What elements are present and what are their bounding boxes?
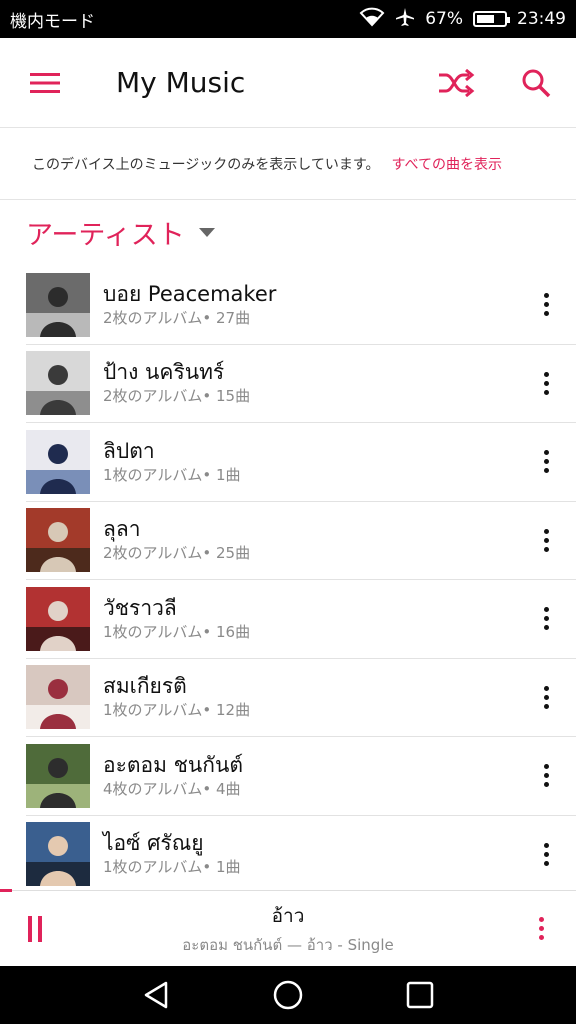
artist-row[interactable]: ลุลา 2枚のアルバム• 25曲 — [26, 501, 576, 580]
artist-meta: 1枚のアルバム• 12曲 — [103, 701, 251, 720]
dropdown-caret-icon — [198, 227, 215, 237]
search-icon — [522, 69, 551, 97]
artist-row[interactable]: อะตอม ชนกันต์ 4枚のアルバム• 4曲 — [26, 737, 576, 816]
now-playing-more-button[interactable] — [506, 891, 576, 967]
more-options-button[interactable] — [516, 423, 576, 501]
artist-row[interactable]: ป้าง นครินทร์ 2枚のアルバム• 15曲 — [26, 344, 576, 423]
search-button[interactable] — [496, 38, 576, 128]
artist-name: ป้าง นครินทร์ — [103, 360, 225, 385]
artist-list: บอย Peacemaker 2枚のアルバム• 27曲 ป้าง นครินทร์ 2… — [26, 266, 576, 894]
airplane-mode-label: 機内モード — [10, 11, 95, 32]
artist-meta: 1枚のアルバム• 16曲 — [103, 622, 251, 641]
home-circle-icon — [273, 980, 303, 1010]
artist-thumbnail — [26, 822, 90, 887]
back-button[interactable] — [126, 966, 186, 1024]
menu-button[interactable] — [0, 38, 90, 128]
artist-meta: 2枚のアルバム• 25曲 — [103, 544, 251, 563]
more-options-button[interactable] — [516, 344, 576, 422]
artist-meta: 1枚のアルバム• 1曲 — [103, 465, 241, 484]
artist-name: อะตอม ชนกันต์ — [103, 752, 243, 777]
clock: 23:49 — [517, 9, 566, 29]
more-options-button[interactable] — [516, 580, 576, 658]
more-options-button[interactable] — [516, 815, 576, 893]
artist-thumbnail — [26, 351, 90, 416]
artist-row[interactable]: ลิปตา 1枚のアルバム• 1曲 — [26, 423, 576, 502]
artist-meta: 4枚のアルバム• 4曲 — [103, 779, 241, 798]
section-title: アーティスト — [26, 219, 185, 251]
artist-thumbnail — [26, 508, 90, 573]
pause-button[interactable] — [0, 891, 70, 967]
status-bar: 機内モード 67% 23:49 — [0, 0, 576, 38]
page-title: My Music — [116, 66, 246, 99]
system-nav-bar — [0, 966, 576, 1024]
now-playing-title: อ้าว — [271, 904, 305, 927]
artist-meta: 2枚のアルバム• 27曲 — [103, 308, 251, 327]
artist-thumbnail — [26, 586, 90, 651]
home-button[interactable] — [258, 966, 318, 1024]
more-options-button[interactable] — [516, 501, 576, 579]
app-bar: My Music — [0, 38, 576, 128]
back-triangle-icon — [144, 981, 168, 1009]
airplane-icon — [395, 7, 415, 32]
playback-progress — [0, 889, 12, 892]
artist-meta: 2枚のアルバム• 15曲 — [103, 387, 251, 406]
recents-button[interactable] — [390, 966, 450, 1024]
show-all-songs-link[interactable]: すべての曲を表示 — [391, 154, 501, 174]
notice-text: このデバイス上のミュージックのみを表示しています。 — [32, 156, 380, 173]
now-playing-info[interactable]: อ้าว อะตอม ชนกันต์ — อ้าว - Single — [70, 901, 506, 957]
artist-name: สมเกียรติ — [103, 674, 187, 699]
shuffle-icon — [439, 68, 475, 97]
more-options-button[interactable] — [516, 266, 576, 344]
artist-meta: 1枚のアルバム• 1曲 — [103, 858, 241, 877]
artist-thumbnail — [26, 743, 90, 808]
artist-name: บอย Peacemaker — [103, 281, 277, 306]
shuffle-button[interactable] — [416, 38, 496, 128]
hamburger-icon — [30, 72, 60, 93]
artists-dropdown[interactable]: アーティスト — [26, 212, 215, 252]
artist-row[interactable]: สมเกียรติ 1枚のアルバム• 12曲 — [26, 658, 576, 737]
more-options-button[interactable] — [516, 658, 576, 736]
artist-thumbnail — [26, 272, 90, 337]
artist-row[interactable]: บอย Peacemaker 2枚のアルバム• 27曲 — [26, 266, 576, 345]
artist-row[interactable]: ไอซ์ ศรัณยู 1枚のアルバム• 1曲 — [26, 815, 576, 894]
now-playing-subtitle: อะตอม ชนกันต์ — อ้าว - Single — [182, 935, 394, 954]
artist-row[interactable]: วัชราวลี 1枚のアルバム• 16曲 — [26, 580, 576, 659]
artist-name: ไอซ์ ศรัณยู — [103, 831, 204, 856]
artist-thumbnail — [26, 665, 90, 730]
battery-icon — [473, 11, 510, 27]
more-options-button[interactable] — [516, 737, 576, 815]
pause-icon — [28, 915, 32, 942]
artist-thumbnail — [26, 429, 90, 494]
recents-square-icon — [406, 981, 434, 1009]
artist-name: ลิปตา — [103, 438, 155, 463]
artist-name: วัชราวลี — [103, 595, 177, 620]
device-only-notice: このデバイス上のミュージックのみを表示しています。 すべての曲を表示 — [0, 128, 576, 200]
battery-percent: 67% — [425, 9, 463, 29]
now-playing-bar[interactable]: อ้าว อะตอม ชนกันต์ — อ้าว - Single — [0, 889, 576, 967]
artist-name: ลุลา — [103, 517, 141, 542]
wifi-icon — [359, 7, 385, 32]
